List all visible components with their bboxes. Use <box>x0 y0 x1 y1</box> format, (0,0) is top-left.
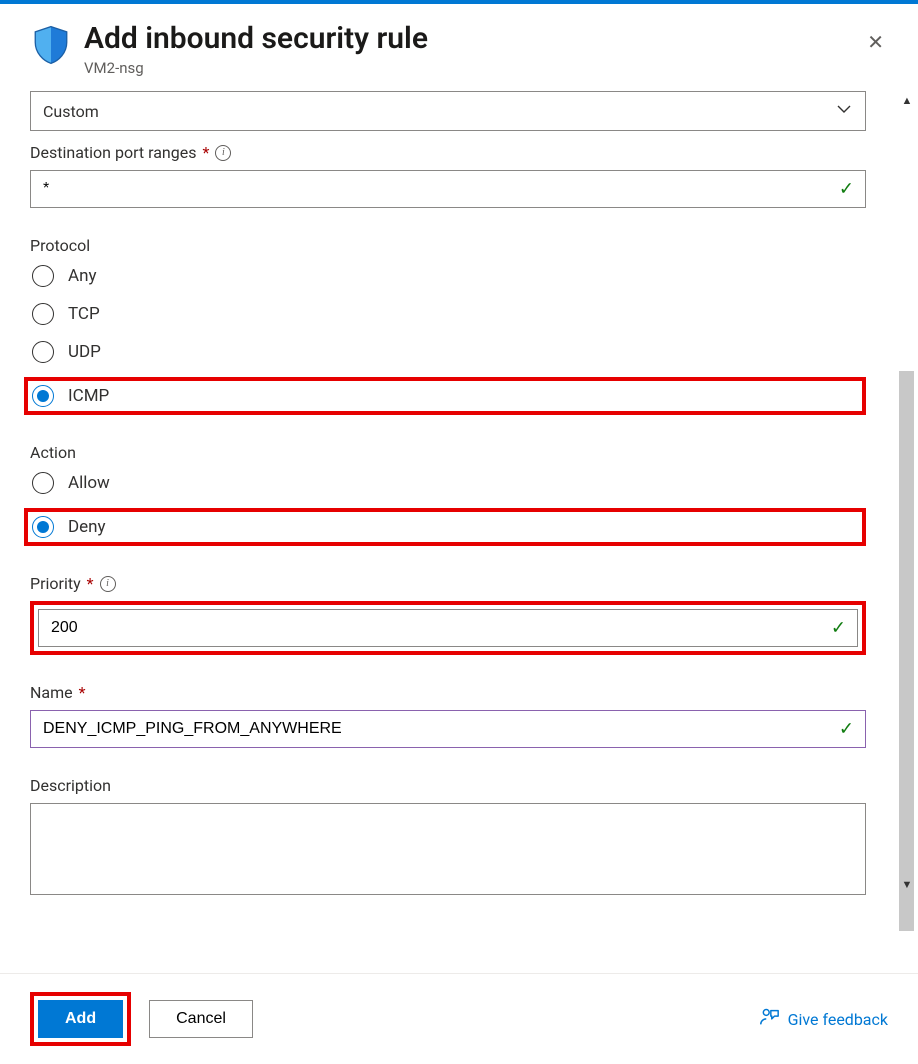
protocol-radio-udp[interactable]: UDP <box>30 339 105 365</box>
highlight-add-button: Add <box>30 992 131 1046</box>
action-radio-deny[interactable]: Deny <box>30 514 110 540</box>
priority-input[interactable] <box>38 609 858 647</box>
shield-icon <box>30 24 72 66</box>
give-feedback-link[interactable]: Give feedback <box>758 1006 888 1032</box>
action-radio-allow[interactable]: Allow <box>30 470 114 496</box>
feedback-icon <box>758 1006 780 1032</box>
description-textarea[interactable] <box>30 803 866 895</box>
highlight-action-deny: Deny <box>24 508 866 546</box>
priority-label: Priority * i <box>30 574 866 593</box>
page-title: Add inbound security rule <box>84 22 863 55</box>
cancel-button[interactable]: Cancel <box>149 1000 253 1038</box>
scroll-up-arrow-icon[interactable]: ▲ <box>896 91 918 109</box>
scroll-thumb[interactable] <box>899 371 914 931</box>
dest-port-label: Destination port ranges * i <box>30 143 866 162</box>
required-asterisk: * <box>87 574 94 593</box>
scroll-down-arrow-icon[interactable]: ▼ <box>896 875 918 893</box>
info-icon[interactable]: i <box>100 576 116 592</box>
name-input[interactable] <box>30 710 866 748</box>
form-scroll-area: Custom Destination port ranges * i <box>0 91 896 973</box>
required-asterisk: * <box>79 683 86 702</box>
service-dropdown-value: Custom <box>43 102 99 121</box>
name-label: Name * <box>30 683 866 702</box>
protocol-radio-group: Any TCP UDP ICMP <box>30 263 866 415</box>
page-subtitle: VM2-nsg <box>84 59 863 77</box>
close-icon[interactable]: ✕ <box>863 28 888 56</box>
protocol-label: Protocol <box>30 236 866 255</box>
protocol-radio-any[interactable]: Any <box>30 263 101 289</box>
action-label: Action <box>30 443 866 462</box>
description-label: Description <box>30 776 866 795</box>
panel-footer: Add Cancel Give feedback <box>0 973 918 1064</box>
highlight-priority-input: ✓ <box>30 601 866 655</box>
panel-container: Add inbound security rule VM2-nsg ✕ Cust… <box>0 4 918 1064</box>
protocol-radio-icmp[interactable]: ICMP <box>30 383 113 409</box>
chevron-down-icon <box>835 100 853 123</box>
protocol-radio-tcp[interactable]: TCP <box>30 301 104 327</box>
required-asterisk: * <box>202 143 209 162</box>
action-radio-group: Allow Deny <box>30 470 866 546</box>
panel-header: Add inbound security rule VM2-nsg ✕ <box>0 22 918 91</box>
give-feedback-label: Give feedback <box>788 1010 888 1029</box>
service-dropdown[interactable]: Custom <box>30 91 866 131</box>
info-icon[interactable]: i <box>215 145 231 161</box>
highlight-protocol-icmp: ICMP <box>24 377 866 415</box>
add-button[interactable]: Add <box>38 1000 123 1038</box>
scrollbar[interactable]: ▲ ▼ <box>896 91 918 973</box>
dest-port-input[interactable] <box>30 170 866 208</box>
